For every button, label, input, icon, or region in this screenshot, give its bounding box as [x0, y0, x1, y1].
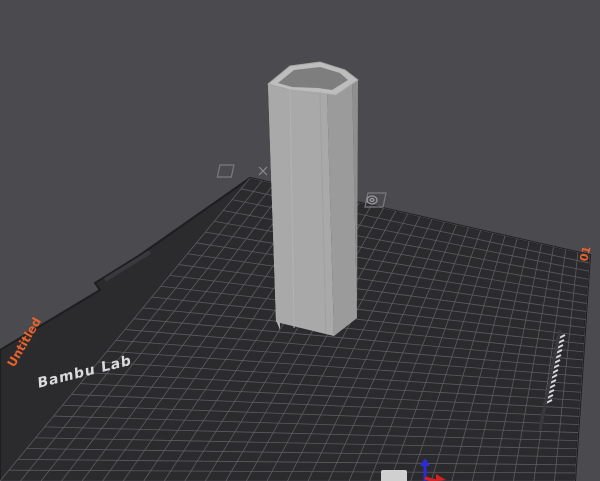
close-icon [258, 166, 268, 176]
build-plate-scene[interactable]: Bambu Lab Untitled 01 [0, 0, 600, 481]
3d-viewport[interactable]: Bambu Lab Untitled 01 [0, 0, 600, 481]
close-plate-button[interactable] [216, 164, 268, 178]
model-front-face [268, 84, 334, 336]
target-icon [366, 195, 378, 205]
model-object[interactable] [266, 61, 359, 336]
plate-number-label[interactable]: 01 [577, 245, 593, 263]
view-cube[interactable] [381, 470, 407, 481]
